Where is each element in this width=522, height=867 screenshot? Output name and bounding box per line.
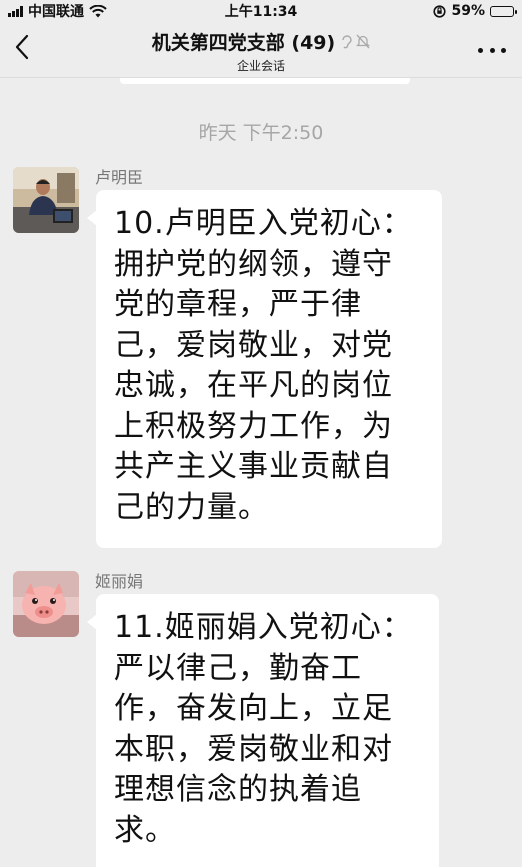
sender-name: 卢明臣 — [95, 168, 144, 187]
carrier-label: 中国联通 — [28, 4, 84, 20]
nav-title-block: 机关第四党支部 (49) 企业会话 — [80, 28, 442, 74]
message-bubble[interactable]: 11.姬丽娟入党初心： 严以律己，勤奋工 作，奋发向上，立足 本职，爱岗敬业和对… — [87, 594, 439, 867]
previous-message-bubble — [120, 78, 410, 84]
avatar-photo — [13, 167, 79, 233]
status-left: 中国联通 — [8, 1, 107, 21]
status-time: 上午11:34 — [224, 4, 298, 20]
nav-bar: 机关第四党支部 (49) 企业会话 — [0, 22, 522, 78]
chat-title: 机关第四党支部 (49) — [151, 32, 336, 54]
more-button[interactable] — [478, 42, 506, 58]
chevron-left-icon — [15, 34, 29, 60]
sender-name: 姬丽娟 — [95, 572, 144, 591]
mute-bell-icon — [356, 34, 371, 49]
avatar[interactable] — [13, 571, 79, 637]
wifi-icon — [89, 4, 107, 17]
signal-icon — [8, 5, 23, 17]
orientation-lock-icon — [433, 4, 447, 18]
more-dot-icon — [489, 47, 495, 53]
battery-percent: 59% — [451, 3, 485, 19]
avatar[interactable] — [13, 167, 79, 233]
message-timestamp: 昨天 下午2:50 — [198, 122, 324, 144]
battery-icon — [490, 5, 517, 17]
nav-status-icons — [341, 34, 371, 49]
chat-subtitle: 企业会话 — [236, 59, 285, 73]
back-button[interactable] — [12, 32, 42, 66]
status-bar: 中国联通 上午11:34 59% — [0, 0, 522, 22]
ear-icon — [342, 35, 352, 49]
status-right: 59% — [433, 3, 517, 19]
message-bubble[interactable]: 10.卢明臣入党初心： 拥护党的纲领，遵守 党的章程，严于律 己，爱岗敬业，对党… — [87, 190, 442, 548]
more-dot-icon — [501, 47, 506, 53]
avatar-photo — [13, 571, 79, 637]
more-dot-icon — [478, 47, 483, 53]
